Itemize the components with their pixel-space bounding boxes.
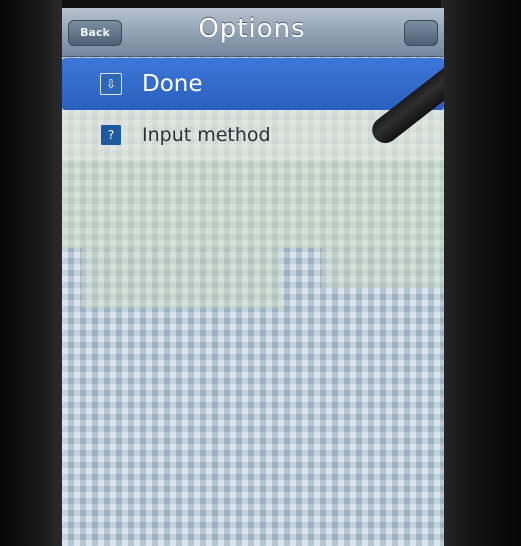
menu-item-done[interactable]: ⇩ Done	[62, 58, 444, 110]
phone-bezel-left	[0, 0, 62, 546]
pattern-block	[62, 158, 444, 248]
tray-icon: ⇩	[100, 73, 122, 95]
menu-item-label: Done	[142, 71, 203, 97]
phone-frame: Back Options ⇩ Done ? Input method	[0, 0, 521, 546]
pattern-block	[322, 248, 444, 288]
question-icon: ?	[100, 124, 122, 146]
back-button[interactable]: Back	[68, 20, 122, 46]
options-menu: ⇩ Done ? Input method	[62, 58, 444, 160]
device-screen: Back Options ⇩ Done ? Input method	[62, 8, 444, 546]
nav-right-button[interactable]	[404, 20, 438, 46]
navigation-bar: Back Options	[62, 8, 444, 57]
menu-item-label: Input method	[142, 124, 271, 146]
page-title: Options	[198, 14, 306, 44]
pattern-block	[82, 248, 282, 308]
phone-bezel-right	[441, 0, 521, 546]
